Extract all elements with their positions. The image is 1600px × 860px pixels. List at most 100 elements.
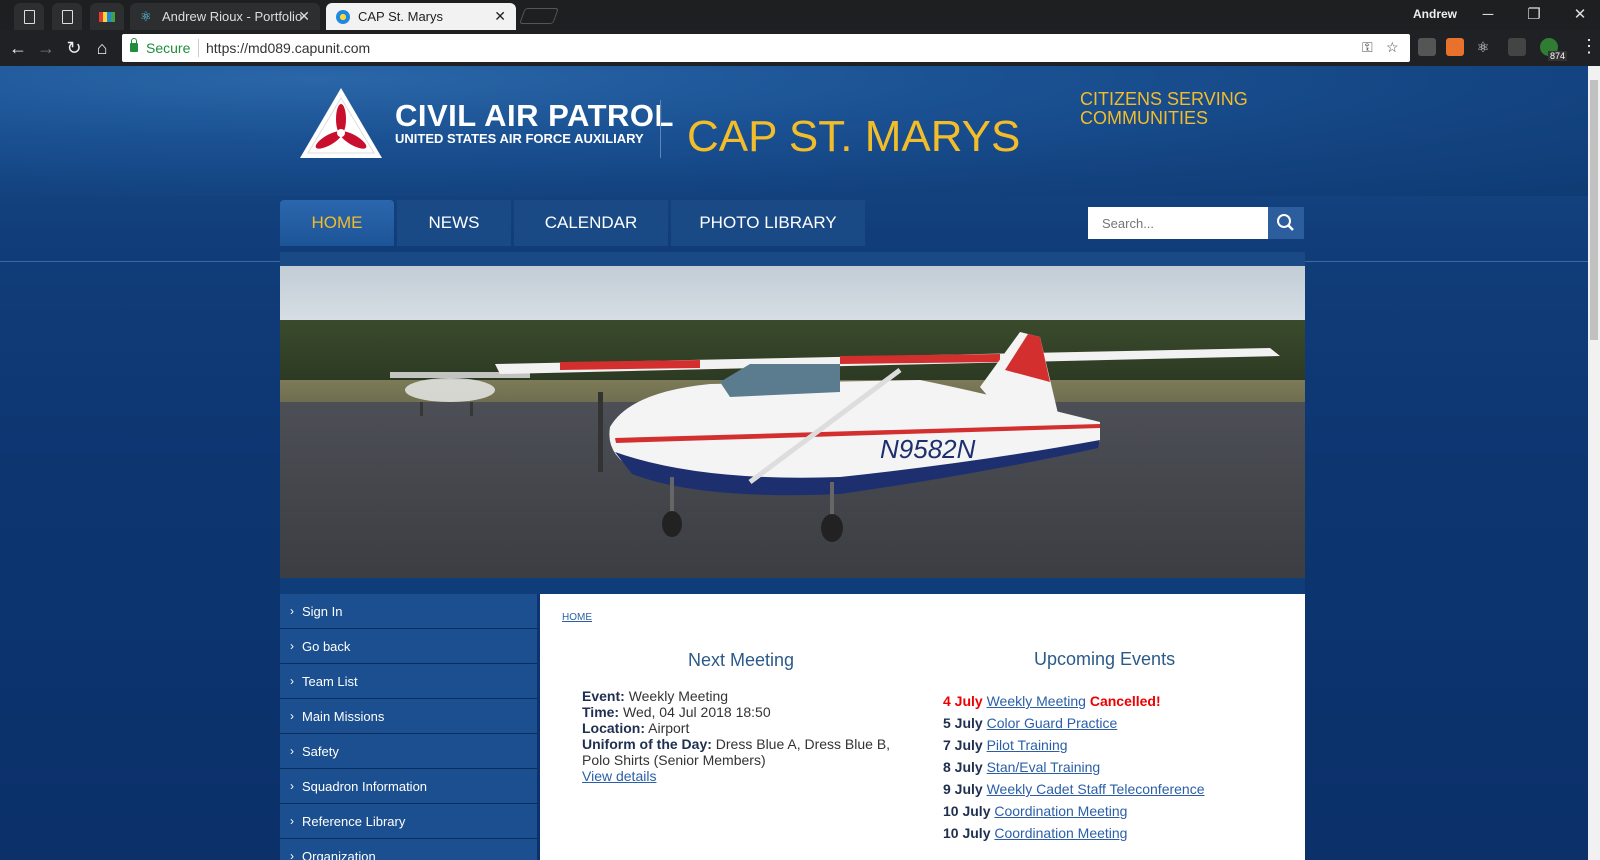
sidebar-item-label: Main Missions — [302, 708, 385, 724]
cancelled-label: Cancelled! — [1089, 693, 1161, 709]
cap-logo-icon[interactable] — [300, 88, 382, 158]
view-details-link[interactable]: View details — [582, 768, 656, 784]
search-icon — [1277, 214, 1294, 231]
site-title: CAP ST. MARYS — [687, 112, 1021, 161]
tab-title: Andrew Rioux - Portfolio — [162, 9, 303, 24]
sidebar-item-label: Go back — [302, 638, 351, 654]
chevron-right-icon: › — [290, 779, 294, 793]
list-item: 10 July Coordination Meeting — [943, 822, 1205, 844]
tab-title: CAP St. Marys — [358, 9, 444, 24]
sidebar-item-reference-library[interactable]: › Reference Library — [280, 804, 537, 839]
event-link[interactable]: Weekly Cadet Staff Teleconference — [987, 781, 1205, 797]
key-icon[interactable]: ⚿ — [1362, 39, 1373, 56]
chevron-right-icon: › — [290, 814, 294, 828]
time-label: Time: — [582, 704, 620, 720]
event-date: 7 July — [943, 737, 983, 753]
event-link[interactable]: Color Guard Practice — [987, 715, 1118, 731]
sidebar-item-go-back[interactable]: › Go back — [280, 629, 537, 664]
menu-icon[interactable]: ⋮ — [1580, 36, 1598, 57]
event-date: 10 July — [943, 803, 991, 819]
home-icon[interactable]: ⌂ — [90, 36, 114, 60]
browser-tab-portfolio[interactable]: ⚛ Andrew Rioux - Portfolio ✕ — [130, 3, 320, 30]
event-value: Weekly Meeting — [628, 688, 729, 704]
close-tab-icon[interactable]: ✕ — [298, 8, 310, 25]
nav-calendar[interactable]: CALENDAR — [514, 200, 668, 246]
search-button[interactable] — [1268, 207, 1304, 239]
restore-icon[interactable]: ❐ — [1514, 3, 1554, 27]
event-date: 4 July — [943, 693, 983, 709]
star-icon[interactable]: ☆ — [1386, 39, 1399, 56]
profile-name[interactable]: Andrew — [1413, 7, 1457, 21]
list-item: 8 July Stan/Eval Training — [943, 756, 1205, 778]
uniform-label: Uniform of the Day: — [582, 736, 712, 752]
forward-arrow-icon[interactable]: → — [34, 36, 58, 60]
nav-photo-library[interactable]: PHOTO LIBRARY — [671, 200, 865, 246]
tail-number: N9582N — [880, 434, 976, 464]
sidebar-menu: › Sign In › Go back › Team List › Main Missi… — [280, 594, 537, 860]
url-text[interactable]: https://md089.capunit.com — [206, 40, 370, 56]
upcoming-events-list: 4 July Weekly Meeting Cancelled! 5 July … — [943, 690, 1205, 844]
react-atom-icon: ⚛ — [140, 8, 152, 24]
sidebar-item-label: Sign In — [302, 603, 343, 619]
breadcrumb[interactable]: HOME — [562, 612, 592, 623]
back-arrow-icon[interactable]: ← — [6, 36, 30, 60]
event-date: 10 July — [943, 825, 991, 841]
sidebar-item-team-list[interactable]: › Team List — [280, 664, 537, 699]
hero-torn-edge — [280, 252, 1305, 266]
location-label: Location: — [582, 720, 645, 736]
chevron-right-icon: › — [290, 849, 294, 860]
browser-tab[interactable] — [52, 3, 82, 30]
chevron-right-icon: › — [290, 604, 294, 618]
sidebar-item-organization[interactable]: › Organization — [280, 839, 537, 860]
new-tab-button[interactable] — [519, 8, 559, 24]
sidebar-item-label: Organization — [302, 848, 376, 860]
sidebar-item-sign-in[interactable]: › Sign In — [280, 594, 537, 629]
nav-news[interactable]: NEWS — [397, 200, 511, 246]
event-link[interactable]: Coordination Meeting — [994, 825, 1127, 841]
divider — [198, 39, 199, 57]
lock-icon — [130, 38, 138, 52]
close-tab-icon[interactable]: ✕ — [494, 8, 506, 25]
sidebar-item-label: Reference Library — [302, 813, 406, 829]
nav-home[interactable]: HOME — [280, 200, 394, 246]
browser-tab[interactable] — [90, 3, 124, 30]
sidebar-item-squadron-information[interactable]: › Squadron Information — [280, 769, 537, 804]
logo-title[interactable]: CIVIL AIR PATROL — [395, 98, 674, 134]
minimize-icon[interactable]: ─ — [1468, 3, 1508, 27]
next-meeting-details: Event: Weekly Meeting Time: Wed, 04 Jul … — [582, 688, 912, 784]
mail-extension-icon[interactable] — [1418, 38, 1436, 56]
react-devtools-icon[interactable]: ⚛ — [1474, 38, 1492, 56]
scrollbar-thumb[interactable] — [1590, 80, 1598, 340]
event-link[interactable]: Pilot Training — [987, 737, 1068, 753]
list-item: 9 July Weekly Cadet Staff Teleconference — [943, 778, 1205, 800]
browser-tab-active[interactable]: CAP St. Marys ✕ — [326, 3, 516, 30]
chevron-right-icon: › — [290, 709, 294, 723]
chevron-right-icon: › — [290, 674, 294, 688]
reload-icon[interactable]: ↻ — [62, 36, 86, 60]
page-scrollbar[interactable] — [1588, 66, 1600, 860]
tagline: CITIZENS SERVING COMMUNITIES — [1080, 90, 1300, 128]
extension-icon[interactable] — [1508, 38, 1526, 56]
event-date: 8 July — [943, 759, 983, 775]
event-link[interactable]: Stan/Eval Training — [987, 759, 1101, 775]
event-link[interactable]: Weekly Meeting — [987, 693, 1086, 709]
document-icon — [61, 9, 73, 24]
hero-torn-edge — [280, 578, 1305, 594]
address-bar[interactable]: Secure https://md089.capunit.com ⚿ ☆ — [122, 34, 1410, 62]
list-item: 5 July Color Guard Practice — [943, 712, 1205, 734]
browser-tab-bar: ⚛ Andrew Rioux - Portfolio ✕ CAP St. Mar… — [0, 0, 1600, 30]
upcoming-events-heading: Upcoming Events — [1034, 649, 1176, 669]
event-link[interactable]: Coordination Meeting — [994, 803, 1127, 819]
browser-tab[interactable] — [14, 3, 44, 30]
sidebar-item-safety[interactable]: › Safety — [280, 734, 537, 769]
divider — [660, 100, 661, 158]
fox-extension-icon[interactable] — [1446, 38, 1464, 56]
globe-icon — [336, 9, 350, 24]
location-value: Airport — [648, 720, 690, 736]
search-input[interactable] — [1088, 207, 1268, 239]
sidebar-item-main-missions[interactable]: › Main Missions — [280, 699, 537, 734]
list-item: 7 July Pilot Training — [943, 734, 1205, 756]
close-window-icon[interactable]: ✕ — [1560, 3, 1600, 27]
tagline-line: COMMUNITIES — [1080, 108, 1208, 128]
airplane-illustration: N9582N — [390, 332, 1280, 542]
